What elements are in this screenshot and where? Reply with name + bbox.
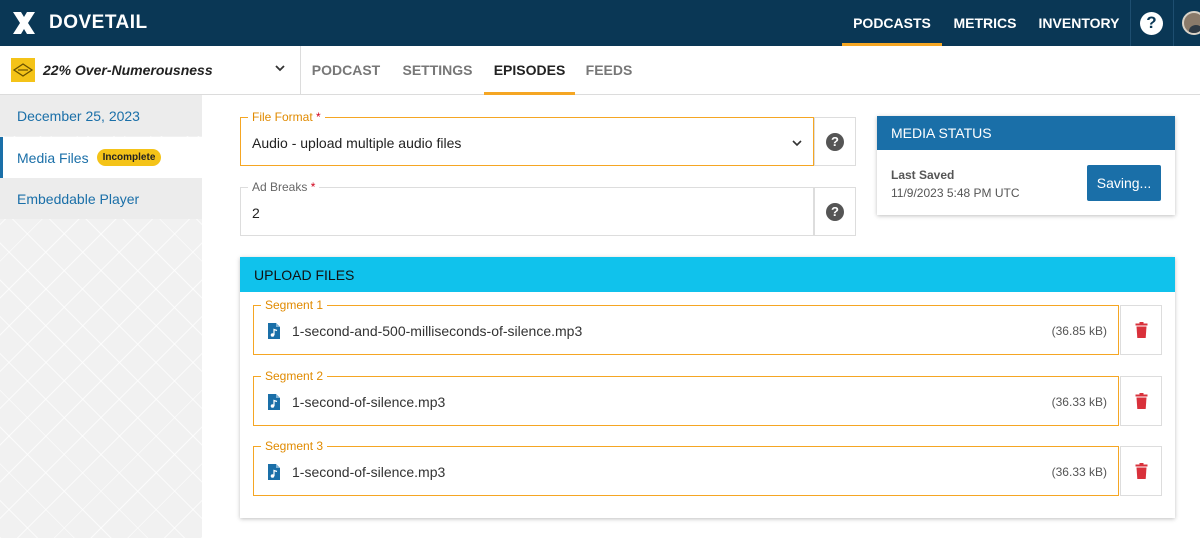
podcast-thumbnail bbox=[11, 58, 35, 82]
help-button[interactable]: ? bbox=[1130, 0, 1172, 46]
tab-settings[interactable]: SETTINGS bbox=[391, 46, 484, 94]
file-format-value: Audio - upload multiple audio files bbox=[252, 135, 462, 151]
brand-logo[interactable]: DOVETAIL bbox=[10, 9, 148, 37]
episode-sidebar: December 25, 2023 Media Files Incomplete… bbox=[0, 95, 202, 538]
segment-label: Segment 2 bbox=[261, 369, 328, 383]
help-icon: ? bbox=[826, 132, 844, 151]
tab-episodes[interactable]: EPISODES bbox=[484, 46, 575, 95]
podcast-art-icon bbox=[13, 63, 33, 77]
podcast-selector[interactable]: 22% Over-Numerousness bbox=[0, 46, 301, 94]
nav-metrics[interactable]: METRICS bbox=[942, 0, 1028, 46]
tab-podcast[interactable]: PODCAST bbox=[301, 46, 391, 94]
ad-breaks-label: Ad Breaks * bbox=[248, 180, 320, 194]
file-format-label: File Format * bbox=[248, 110, 325, 124]
top-nav-bar: DOVETAIL PODCASTS METRICS INVENTORY ? bbox=[0, 0, 1200, 46]
chevron-down-icon bbox=[275, 65, 285, 72]
sidebar-item-label: Media Files bbox=[17, 149, 89, 166]
saving-button[interactable]: Saving... bbox=[1087, 165, 1161, 201]
file-size: (36.33 kB) bbox=[1051, 465, 1107, 479]
delete-segment-button[interactable] bbox=[1120, 305, 1162, 355]
segment-label: Segment 1 bbox=[261, 298, 328, 312]
help-icon: ? bbox=[826, 202, 844, 221]
sub-header: 22% Over-Numerousness PODCAST SETTINGS E… bbox=[0, 46, 1200, 95]
sidebar-item-date[interactable]: December 25, 2023 bbox=[0, 95, 202, 136]
help-icon: ? bbox=[1140, 11, 1163, 35]
tab-feeds[interactable]: FEEDS bbox=[575, 46, 643, 94]
ad-breaks-value: 2 bbox=[252, 205, 260, 221]
segment-file[interactable]: Segment 3 1-second-of-silence.mp3 (36.33… bbox=[253, 439, 1119, 496]
file-size: (36.85 kB) bbox=[1051, 324, 1107, 338]
file-name: 1-second-of-silence.mp3 bbox=[292, 394, 446, 410]
ad-breaks-help-button[interactable]: ? bbox=[814, 187, 856, 236]
avatar-image bbox=[1182, 11, 1200, 35]
segment-file[interactable]: Segment 1 1-second-and-500-milliseconds-… bbox=[253, 298, 1119, 355]
dovetail-x-icon bbox=[13, 12, 35, 34]
trash-icon bbox=[1135, 322, 1147, 338]
file-format-select[interactable]: File Format * Audio - upload multiple au… bbox=[240, 110, 814, 166]
segment-file[interactable]: Segment 2 1-second-of-silence.mp3 (36.33… bbox=[253, 369, 1119, 426]
file-name: 1-second-and-500-milliseconds-of-silence… bbox=[292, 323, 583, 339]
trash-icon bbox=[1135, 463, 1147, 479]
ad-breaks-field[interactable]: Ad Breaks * 2 bbox=[240, 180, 814, 236]
last-saved-time: 11/9/2023 5:48 PM UTC bbox=[891, 186, 1020, 200]
nav-podcasts[interactable]: PODCASTS bbox=[842, 0, 942, 46]
trash-icon bbox=[1135, 393, 1147, 409]
brand-name: DOVETAIL bbox=[49, 12, 148, 33]
audio-file-icon bbox=[268, 323, 280, 339]
podcast-name: 22% Over-Numerousness bbox=[43, 62, 213, 78]
audio-file-icon bbox=[268, 394, 280, 410]
media-status-card: MEDIA STATUS Last Saved 11/9/2023 5:48 P… bbox=[877, 116, 1175, 215]
media-status-title: MEDIA STATUS bbox=[877, 116, 1175, 150]
delete-segment-button[interactable] bbox=[1120, 446, 1162, 496]
status-badge: Incomplete bbox=[96, 149, 162, 166]
chevron-down-icon bbox=[792, 140, 802, 147]
upload-files-card: UPLOAD FILES Segment 1 1-second-and-500-… bbox=[240, 257, 1175, 518]
last-saved-label: Last Saved bbox=[891, 168, 955, 182]
sidebar-item-label: December 25, 2023 bbox=[17, 107, 140, 124]
delete-segment-button[interactable] bbox=[1120, 376, 1162, 426]
file-format-help-button[interactable]: ? bbox=[814, 117, 856, 166]
file-name: 1-second-of-silence.mp3 bbox=[292, 464, 446, 480]
nav-inventory[interactable]: INVENTORY bbox=[1028, 0, 1130, 46]
sidebar-item-label: Embeddable Player bbox=[17, 190, 140, 207]
segment-label: Segment 3 bbox=[261, 439, 328, 453]
sidebar-item-embeddable-player[interactable]: Embeddable Player bbox=[0, 178, 202, 219]
file-size: (36.33 kB) bbox=[1051, 395, 1107, 409]
audio-file-icon bbox=[268, 464, 280, 480]
upload-files-title: UPLOAD FILES bbox=[240, 257, 1175, 292]
user-avatar[interactable] bbox=[1173, 0, 1200, 46]
sidebar-item-media-files[interactable]: Media Files Incomplete bbox=[0, 137, 202, 178]
